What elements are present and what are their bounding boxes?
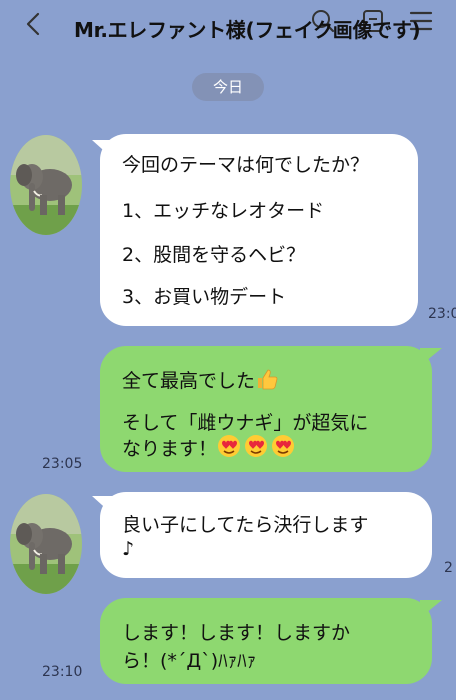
outgoing-message[interactable]: 全て最高でした そして「雌ウナギ」が超気に なります！ — [100, 346, 432, 472]
message-line: 今回のテーマは何でしたか？ — [122, 154, 370, 176]
message-line: 1、エッチなレオタード — [122, 200, 325, 222]
back-button[interactable] — [22, 10, 50, 40]
message-line: ♪ — [122, 538, 135, 560]
incoming-message[interactable]: 良い子にしてたら決行します ♪ — [100, 492, 432, 578]
message-line: 全て最高でした — [122, 366, 279, 395]
avatar[interactable] — [10, 494, 82, 594]
thumbs-up-icon — [255, 368, 279, 395]
message-line: ら！(*´Д`)ﾊｧﾊｧ — [122, 650, 257, 672]
message-line: 良い子にしてたら決行します — [122, 514, 369, 536]
incoming-message[interactable]: 今回のテーマは何でしたか？ 1、エッチなレオタード 2、股間を守るヘビ？ 3、お… — [100, 134, 418, 326]
message-line: 3、お買い物デート — [122, 286, 287, 308]
message-line: します！します！しますか — [122, 622, 351, 644]
message-line: 2、股間を守るヘビ？ — [122, 244, 306, 266]
avatar[interactable] — [10, 135, 82, 235]
message-line: そして「雌ウナギ」が超気に — [122, 412, 369, 434]
chevron-left-icon — [26, 12, 40, 36]
message-text: なります！ — [122, 438, 218, 460]
chat-title: Mr.エレファント様(フェイク画像です) — [74, 18, 421, 42]
chat-header: Mr.エレファント様(フェイク画像です) — [0, 0, 456, 62]
message-time: 23:10 — [42, 664, 83, 680]
heart-eyes-emoji-icon — [217, 434, 295, 463]
date-divider: 今日 — [192, 73, 264, 101]
message-text: 全て最高でした — [122, 370, 256, 392]
message-time: 2 — [444, 560, 453, 576]
elephant-avatar — [10, 494, 82, 594]
message-time: 23:0 — [428, 306, 456, 322]
elephant-avatar — [10, 135, 82, 235]
message-time: 23:05 — [42, 456, 83, 472]
outgoing-message[interactable]: します！します！しますか ら！(*´Д`)ﾊｧﾊｧ — [100, 598, 432, 684]
message-line: なります！ — [122, 434, 295, 463]
